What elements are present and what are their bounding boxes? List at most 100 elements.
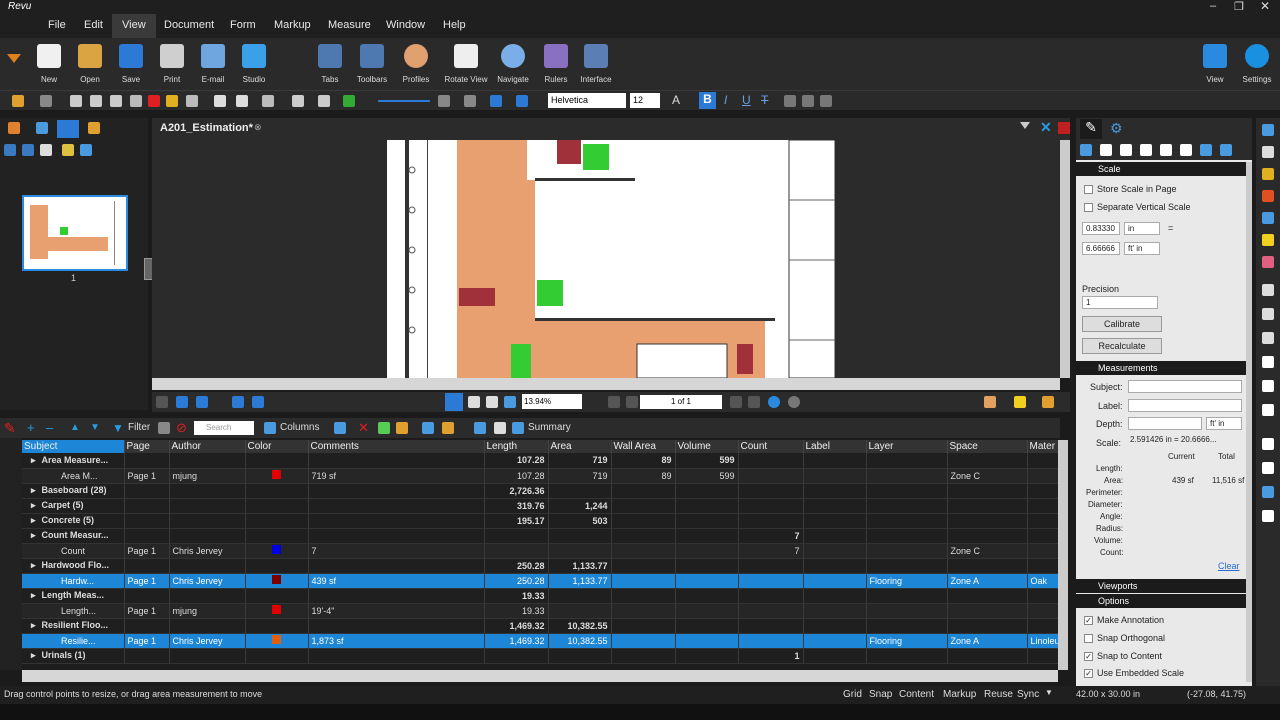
columns-button[interactable]: Columns (280, 422, 319, 433)
close-document-icon[interactable]: ✕ (1040, 119, 1052, 136)
search-input[interactable]: Search (194, 421, 254, 435)
thumb-size-icon[interactable] (40, 144, 52, 156)
calibrate-button[interactable]: Calibrate (1082, 316, 1162, 332)
length-tool-icon[interactable] (1080, 144, 1092, 156)
snap-orthogonal-checkbox[interactable] (1084, 634, 1093, 644)
align-left-icon[interactable] (784, 95, 796, 107)
summary-icon[interactable] (512, 422, 524, 434)
table-group-row[interactable]: ▸ Hardwood Flo... 250.28 1,133.77 (22, 558, 1058, 574)
page-thumbnail[interactable] (22, 195, 128, 271)
expand-arrow-icon[interactable]: ▸ (31, 500, 36, 510)
column-layer[interactable]: Layer (866, 440, 948, 453)
grid-fill-icon[interactable] (343, 95, 355, 107)
table-row[interactable]: Length... Page 1 mjung 19'-4" 19.33 (22, 603, 1058, 619)
close-window-icon[interactable]: ✕ (1260, 0, 1270, 13)
column-volume[interactable]: Volume (675, 440, 739, 453)
move-down-icon[interactable]: ▼ (90, 422, 100, 433)
perimeter-tool-icon[interactable] (1140, 144, 1152, 156)
next-view-icon[interactable] (788, 396, 800, 408)
table-group-row[interactable]: ▸ Count Measur... 7 (22, 528, 1058, 544)
measure-area-icon[interactable] (1262, 462, 1274, 474)
italic-button[interactable]: I (724, 93, 727, 107)
thumb-settings-icon[interactable] (80, 144, 92, 156)
make-annotation-checkbox[interactable]: ✓ (1084, 616, 1093, 626)
scale-unit-2-select[interactable]: ft' in (1124, 242, 1160, 255)
report-icon[interactable] (494, 422, 506, 434)
properties-tab-icon[interactable]: ✎ (1080, 119, 1102, 139)
previous-page-icon[interactable] (626, 396, 638, 408)
menu-file[interactable]: File (48, 19, 66, 31)
column-subject[interactable]: Subject (22, 440, 125, 453)
markup-toggle[interactable]: Markup (943, 689, 976, 700)
separate-vertical-checkbox[interactable] (1084, 203, 1093, 213)
align-right-icon[interactable] (820, 95, 832, 107)
column-label[interactable]: Label (803, 440, 867, 453)
diameter-tool-icon[interactable] (1200, 144, 1212, 156)
delete-markup-icon[interactable]: ✕ (358, 420, 369, 436)
menu-window[interactable]: Window (386, 19, 425, 31)
expand-arrow-icon[interactable]: ▸ (31, 590, 36, 600)
list-style-icon[interactable] (490, 95, 502, 107)
grid-toggle[interactable]: Grid (843, 689, 862, 700)
horizontal-scrollbar[interactable] (152, 378, 1060, 390)
summary-button[interactable]: Summary (528, 422, 571, 433)
single-page-icon[interactable] (156, 396, 168, 408)
clear-link[interactable]: Clear (1218, 561, 1240, 571)
measurements-section-header[interactable]: Measurements (1076, 361, 1246, 375)
tips-icon[interactable] (1014, 396, 1026, 408)
lock-icon[interactable] (1042, 396, 1054, 408)
scale-unit-1-select[interactable]: in (1124, 222, 1160, 235)
count-tool-icon[interactable] (1220, 144, 1232, 156)
column-count[interactable]: Count (738, 440, 804, 453)
scale-value-2-input[interactable]: 6.66666 (1082, 242, 1120, 255)
area-tool-icon[interactable] (1120, 144, 1132, 156)
menu-help[interactable]: Help (443, 19, 466, 31)
zoom-tool-icon[interactable] (486, 396, 498, 408)
line-weight-icon[interactable] (378, 100, 430, 102)
expand-arrow-icon[interactable]: ▸ (31, 560, 36, 570)
sync-toggle[interactable]: Sync (1017, 689, 1039, 700)
column-color[interactable]: Color (245, 440, 309, 453)
sync-dropdown-icon[interactable]: ▼ (1045, 688, 1053, 697)
select-tool-icon[interactable] (468, 396, 480, 408)
depth-unit-select[interactable]: ft' in (1206, 417, 1242, 430)
text-tool-icon[interactable] (1262, 146, 1274, 158)
table-group-row[interactable]: ▸ Area Measure... 107.28 719 89 599 (22, 453, 1058, 469)
document-tab[interactable]: A201_Estimation* (160, 122, 253, 134)
cloud-tool-icon[interactable] (1262, 404, 1274, 416)
expand-arrow-icon[interactable]: ▸ (31, 485, 36, 495)
column-space[interactable]: Space (947, 440, 1028, 453)
properties-scrollbar[interactable] (1246, 162, 1252, 682)
filter-button[interactable]: Filter (128, 422, 150, 433)
table-group-row[interactable]: ▸ Concrete (5) 195.17 503 (22, 513, 1058, 529)
polylength-tool-icon[interactable] (1100, 144, 1112, 156)
cut-icon[interactable] (70, 95, 82, 107)
table-group-row[interactable]: ▸ Urinals (1) 1 (22, 648, 1058, 664)
collapse-icon[interactable] (4, 144, 16, 156)
expand-all-icon[interactable]: + (27, 420, 35, 435)
expand-arrow-icon[interactable]: ▸ (31, 455, 36, 465)
polyline-tool-icon[interactable] (1262, 332, 1274, 344)
menu-document[interactable]: Document (164, 19, 214, 31)
eraser-tool-icon[interactable] (1262, 256, 1274, 268)
side-by-side-icon[interactable] (196, 396, 208, 408)
angle-tool-icon[interactable] (1180, 144, 1192, 156)
snap-content-option[interactable]: ✓ Snap to Content (1084, 651, 1162, 662)
next-page-icon[interactable] (730, 396, 742, 408)
close-tab-icon[interactable]: ⊗ (254, 122, 262, 133)
export-icon[interactable] (474, 422, 486, 434)
strikethrough-button[interactable]: T (761, 93, 768, 107)
table-row[interactable]: Resilie... Page 1 Chris Jervey 1,873 sf 1,46… (22, 633, 1058, 649)
quick-menu-icon[interactable] (7, 54, 21, 63)
last-page-icon[interactable] (748, 396, 760, 408)
content-toggle[interactable]: Content (899, 689, 934, 700)
column-wall-area[interactable]: Wall Area (611, 440, 676, 453)
precision-select[interactable]: 1 (1082, 296, 1158, 309)
settings-tab-icon[interactable]: ⚙ (1110, 120, 1123, 137)
studio-button[interactable]: Studio (229, 44, 279, 84)
filter-icon[interactable]: ▼ (112, 421, 124, 435)
settings-button[interactable]: Settings (1232, 44, 1280, 84)
align-icon[interactable] (438, 95, 450, 107)
store-scale-option[interactable]: Store Scale in Page (1084, 184, 1177, 195)
table-group-row[interactable]: ▸ Carpet (5) 319.76 1,244 (22, 498, 1058, 514)
